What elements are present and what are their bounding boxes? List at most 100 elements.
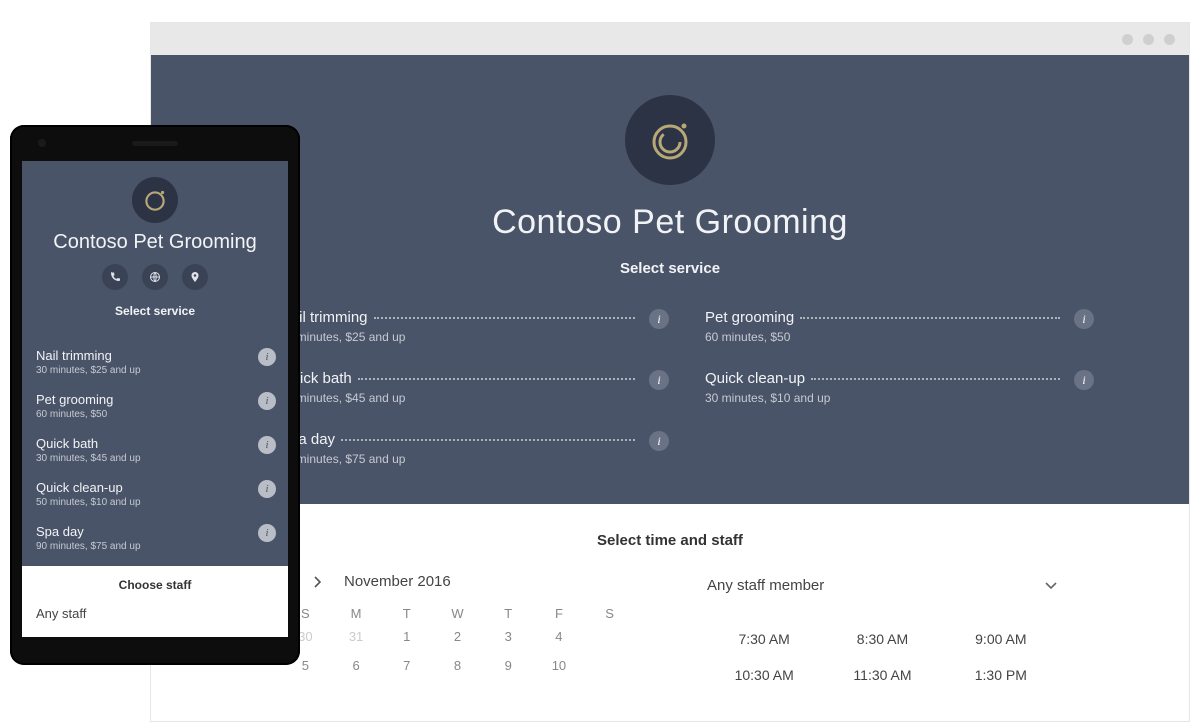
dow-cell: F: [534, 606, 585, 621]
window-control-icon[interactable]: [1122, 34, 1133, 45]
date-cell[interactable]: [584, 658, 635, 673]
service-item[interactable]: Nail trimming 30 minutes, $25 and up i: [280, 309, 635, 344]
service-grid: Nail trimming 30 minutes, $25 and up i P…: [280, 309, 1060, 466]
mobile-booking-lower: Choose staff Any staff: [22, 566, 288, 637]
service-meta: 30 minutes, $25 and up: [280, 330, 635, 344]
date-cell[interactable]: 1: [381, 629, 432, 644]
service-item[interactable]: Quick bath 30 minutes, $45 and up i: [280, 370, 635, 405]
date-cell[interactable]: 31: [331, 629, 382, 644]
mobile-service-list: Nail trimming 30 minutes, $25 and up i P…: [22, 332, 288, 566]
contact-icon-row: [36, 264, 274, 290]
service-meta: 30 minutes, $10 and up: [705, 391, 1060, 405]
date-cell[interactable]: 3: [483, 629, 534, 644]
business-logo: [625, 95, 715, 185]
service-item[interactable]: Quick clean-up 50 minutes, $10 and up i: [36, 474, 274, 518]
business-logo: [132, 177, 178, 223]
staff-times-panel: Any staff member 7:30 AM 8:30 AM 9:00 AM…: [705, 573, 1060, 683]
chevron-right-icon: [312, 576, 322, 588]
map-pin-icon: [189, 271, 201, 283]
info-icon[interactable]: i: [258, 348, 276, 366]
website-button[interactable]: [142, 264, 168, 290]
dotted-leader: [341, 439, 635, 441]
info-icon[interactable]: i: [258, 524, 276, 542]
time-slot[interactable]: 11:30 AM: [823, 667, 941, 683]
service-meta: 30 minutes, $45 and up: [36, 453, 274, 464]
time-slot-grid: 7:30 AM 8:30 AM 9:00 AM 10:30 AM 11:30 A…: [705, 631, 1060, 683]
date-cell[interactable]: 7: [381, 658, 432, 673]
service-title: Nail trimming: [36, 348, 274, 363]
info-icon[interactable]: i: [1074, 370, 1094, 390]
location-button[interactable]: [182, 264, 208, 290]
staff-selected-label: Any staff member: [707, 577, 824, 594]
browser-titlebar: [151, 23, 1189, 55]
select-service-label: Select service: [151, 260, 1189, 277]
service-meta: 50 minutes, $10 and up: [36, 497, 274, 508]
service-item[interactable]: Spa day 90 minutes, $75 and up i: [36, 518, 274, 562]
date-cell[interactable]: 8: [432, 658, 483, 673]
date-cell[interactable]: 9: [483, 658, 534, 673]
service-meta: 90 minutes, $75 and up: [36, 541, 274, 552]
calendar-month-label: November 2016: [344, 573, 451, 590]
dow-cell: S: [584, 606, 635, 621]
staff-select[interactable]: Any staff member: [705, 573, 1060, 609]
select-service-label: Select service: [36, 304, 274, 318]
service-title: Quick clean-up: [36, 480, 274, 495]
info-icon[interactable]: i: [258, 480, 276, 498]
time-slot[interactable]: 7:30 AM: [705, 631, 823, 647]
service-item[interactable]: Pet grooming 60 minutes, $50 i: [705, 309, 1060, 344]
date-cell[interactable]: 6: [331, 658, 382, 673]
service-meta: 90 minutes, $75 and up: [280, 452, 635, 466]
date-cell[interactable]: 4: [534, 629, 585, 644]
service-item[interactable]: Pet grooming 60 minutes, $50 i: [36, 386, 274, 430]
service-item[interactable]: Quick bath 30 minutes, $45 and up i: [36, 430, 274, 474]
select-time-staff-label: Select time and staff: [151, 532, 1189, 549]
time-slot[interactable]: 8:30 AM: [823, 631, 941, 647]
dotted-leader: [800, 317, 1060, 319]
mobile-booking-hero: Contoso Pet Grooming Select service: [22, 161, 288, 332]
time-slot[interactable]: 9:00 AM: [942, 631, 1060, 647]
info-icon[interactable]: i: [1074, 309, 1094, 329]
time-slot[interactable]: 1:30 PM: [942, 667, 1060, 683]
window-control-icon[interactable]: [1143, 34, 1154, 45]
info-icon[interactable]: i: [258, 392, 276, 410]
phone-button[interactable]: [102, 264, 128, 290]
date-cell[interactable]: [584, 629, 635, 644]
info-icon[interactable]: i: [649, 370, 669, 390]
booking-hero: Contoso Pet Grooming Select service Nail…: [151, 55, 1189, 504]
window-control-icon[interactable]: [1164, 34, 1175, 45]
dow-cell: T: [381, 606, 432, 621]
calendar-dates: 30 31 1 2 3 4 5 6 7 8 9 10: [280, 629, 635, 673]
info-icon[interactable]: i: [258, 436, 276, 454]
info-icon[interactable]: i: [649, 309, 669, 329]
dow-cell: M: [331, 606, 382, 621]
staff-option[interactable]: Any staff: [36, 606, 274, 621]
service-item[interactable]: Nail trimming 30 minutes, $25 and up i: [36, 342, 274, 386]
browser-content: Contoso Pet Grooming Select service Nail…: [151, 55, 1189, 683]
service-title: Pet grooming: [36, 392, 274, 407]
date-cell[interactable]: 10: [534, 658, 585, 673]
service-title: Quick clean-up: [705, 370, 805, 387]
choose-staff-label: Choose staff: [36, 578, 274, 592]
date-cell[interactable]: 2: [432, 629, 483, 644]
business-name: Contoso Pet Grooming: [36, 231, 274, 254]
service-meta: 30 minutes, $45 and up: [280, 391, 635, 405]
service-title: Quick bath: [36, 436, 274, 451]
service-meta: 60 minutes, $50: [36, 409, 274, 420]
phone-screen: Contoso Pet Grooming Select service Nail…: [22, 161, 288, 637]
calendar: November 2016 S M T W T F S 30 31 1: [280, 573, 635, 683]
service-title: Spa day: [36, 524, 274, 539]
service-item[interactable]: Spa day 90 minutes, $75 and up i: [280, 431, 635, 466]
time-slot[interactable]: 10:30 AM: [705, 667, 823, 683]
info-icon[interactable]: i: [649, 431, 669, 451]
dow-cell: T: [483, 606, 534, 621]
service-title: Pet grooming: [705, 309, 794, 326]
phone-frame: Contoso Pet Grooming Select service Nail…: [10, 125, 300, 665]
service-meta: 60 minutes, $50: [705, 330, 1060, 344]
phone-icon: [109, 271, 121, 283]
service-item[interactable]: Quick clean-up 30 minutes, $10 and up i: [705, 370, 1060, 405]
calendar-next-button[interactable]: [312, 576, 330, 588]
browser-window: Contoso Pet Grooming Select service Nail…: [150, 22, 1190, 722]
business-name: Contoso Pet Grooming: [151, 203, 1189, 242]
globe-icon: [149, 271, 161, 283]
dotted-leader: [374, 317, 635, 319]
